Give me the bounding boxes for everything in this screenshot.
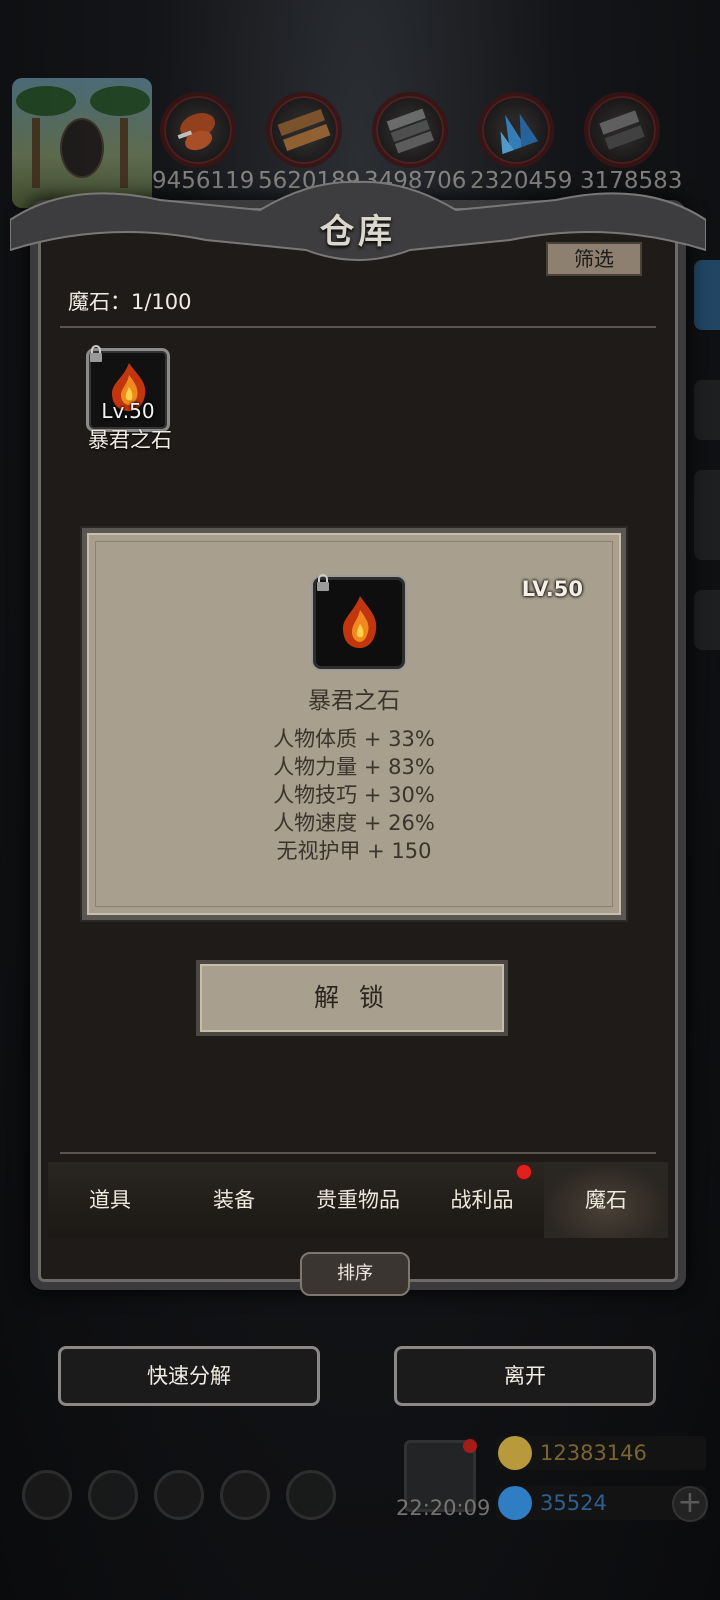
item-name: 暴君之石 [88,428,172,452]
quick-decompose-button[interactable]: 快速分解 [58,1346,320,1406]
tab-label: 道具 [89,1188,131,1212]
settings-icon[interactable] [22,1470,72,1520]
lock-icon [90,345,102,362]
menu-icon[interactable] [88,1470,138,1520]
warehouse-panel: 仓库 筛选 魔石：1/100 Lv.50 暴君之石 LV.50 暴君之石 人物体… [10,180,706,1296]
map-icon[interactable] [286,1470,336,1520]
gem-icon [498,1486,532,1520]
stat-line: 人物速度 + 26% [273,811,435,835]
tab-items[interactable]: 道具 [48,1162,172,1238]
notification-badge [516,1164,532,1180]
wood-icon[interactable] [266,92,342,168]
stone-icon[interactable] [372,92,448,168]
tab-label: 装备 [213,1188,255,1212]
divider [60,326,656,328]
divider [60,1152,656,1154]
tab-magic-stones[interactable]: 魔石 [544,1162,668,1238]
add-icon[interactable]: + [672,1486,708,1522]
item-level: Lv.50 [101,399,155,423]
sort-button[interactable]: 排序 [300,1252,410,1296]
stats-list: 人物体质 + 33% 人物力量 + 83% 人物技巧 + 30% 人物速度 + … [87,725,621,865]
notification-badge [463,1439,477,1453]
tab-loot[interactable]: 战利品 [420,1162,544,1238]
item-count: 魔石：1/100 [68,290,192,314]
side-tab[interactable] [694,380,720,440]
tab-label: 战利品 [450,1188,514,1212]
tab-equipment[interactable]: 装备 [172,1162,296,1238]
gem-amount: 35524 [540,1491,607,1515]
crystal-icon[interactable] [478,92,554,168]
tab-valuables[interactable]: 贵重物品 [296,1162,420,1238]
stat-line: 人物力量 + 83% [273,755,435,779]
stat-line: 无视护甲 + 150 [276,839,432,863]
gold-amount: 12383146 [540,1441,647,1465]
stat-line: 人物技巧 + 30% [273,783,435,807]
meat-icon[interactable] [160,92,236,168]
guild-icon[interactable] [154,1470,204,1520]
side-button[interactable] [694,260,720,330]
mail-icon[interactable] [220,1470,270,1520]
filter-button[interactable]: 筛选 [546,242,642,276]
fire-stone-icon [342,596,377,648]
clock-time: 22:20:09 [396,1496,491,1520]
gold-coin-icon [498,1436,532,1470]
tab-label: 魔石 [585,1188,627,1212]
side-tab[interactable] [694,590,720,650]
stat-line: 人物体质 + 33% [273,727,435,751]
item-slot[interactable]: Lv.50 [86,345,170,432]
unlock-button[interactable]: 解 锁 [196,960,508,1036]
detail-name: 暴君之石 [308,688,400,714]
detail-level: LV.50 [521,577,583,601]
gold-balance: 12383146 [496,1436,706,1470]
detail-icon [313,574,405,669]
category-tabs: 道具 装备 贵重物品 战利品 魔石 [48,1162,668,1238]
lock-icon [317,574,329,591]
item-detail-card: LV.50 暴君之石 人物体质 + 33% 人物力量 + 83% 人物技巧 + … [82,528,626,920]
tab-label: 贵重物品 [316,1188,400,1212]
leave-button[interactable]: 离开 [394,1346,656,1406]
side-tab[interactable] [694,470,720,560]
iron-icon[interactable] [584,92,660,168]
